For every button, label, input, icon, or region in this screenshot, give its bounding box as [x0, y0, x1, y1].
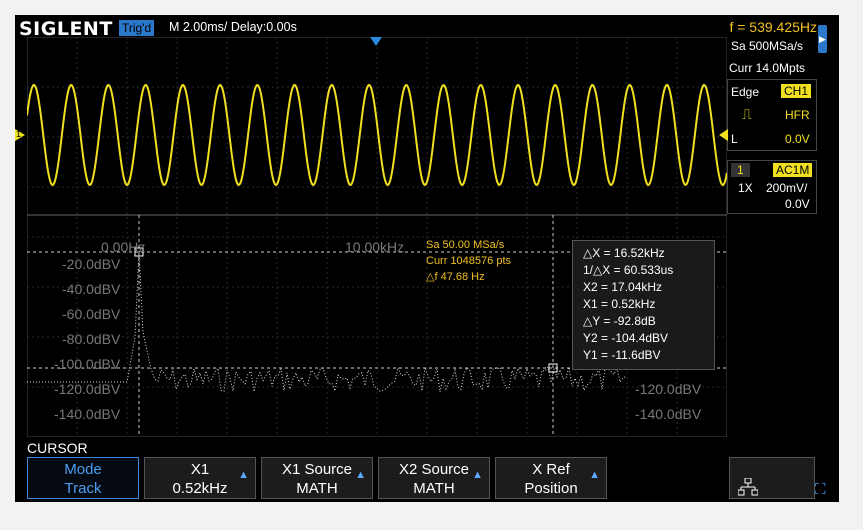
fft-y-tick-label: -100.0dBV: [54, 356, 121, 372]
cursor-readout-panel: △X = 16.52kHz 1/△X = 60.533us X2 = 17.04…: [572, 240, 715, 370]
math-delta-f: △f 47.68 Hz: [426, 271, 485, 283]
rising-edge-icon: ⎍: [742, 106, 752, 122]
channel1-marker-label: 1: [16, 129, 22, 139]
adjust-up-icon: ▲: [589, 469, 600, 481]
trigger-info-panel[interactable]: Edge CH1 ⎍ HFR L 0.0V: [727, 79, 817, 151]
waveform-display[interactable]: [27, 37, 727, 437]
channel-coupling-badge: AC1M: [773, 163, 813, 177]
cursor-delta-x: △X = 16.52kHz: [583, 246, 665, 260]
fft-y-tick-label: -40.0dBV: [62, 281, 121, 297]
cursor-y2-value: Y2 = -104.4dBV: [583, 331, 669, 345]
cursor-delta-y: △Y = -92.8dB: [583, 314, 656, 328]
cursor-x1-value: X1 = 0.52kHz: [583, 297, 656, 311]
x-ref-softkey[interactable]: X Ref Position ▲: [495, 457, 607, 499]
adjust-up-icon: ▲: [238, 469, 249, 481]
fft-y-tick-label: -80.0dBV: [62, 331, 121, 347]
math-points: Curr 1048576 pts: [426, 255, 511, 267]
fft-y-tick-label: -120.0dBV: [54, 381, 121, 397]
fft-y-tick-label: -140.0dBV: [54, 406, 121, 422]
memory-depth-readout: Curr 14.0Mpts: [729, 61, 806, 75]
fft-x-tick-label: 10.00kHz: [345, 239, 405, 255]
network-button[interactable]: [729, 457, 815, 499]
sample-rate-readout: Sa 500MSa/s: [731, 39, 804, 53]
menu-expand-icon[interactable]: ▶: [818, 25, 827, 53]
math-info-panel: Sa 50.00 MSa/s Curr 1048576 pts △f 47.68…: [426, 237, 511, 285]
fft-y-tick-label: -140.0dBV: [635, 406, 702, 422]
channel1-info-panel[interactable]: 1 AC1M 1X 200mV/ 0.0V: [727, 160, 817, 214]
math-sample-rate: Sa 50.00 MSa/s: [426, 239, 505, 251]
scope-screen: SIGLENT Trig'd M 2.00ms/ Delay:0.00s f =…: [15, 15, 839, 502]
adjust-up-icon: ▲: [355, 469, 366, 481]
channel-number-badge: 1: [731, 163, 750, 177]
mode-value: Track: [64, 480, 102, 497]
fft-y-tick-label: -20.0dBV: [62, 256, 121, 272]
fft-x-tick-label: 0.00Hz: [101, 239, 146, 255]
cursor-inverse-delta-x: 1/△X = 60.533us: [583, 263, 674, 277]
trigger-source-badge: CH1: [781, 84, 812, 98]
adjust-up-icon: ▲: [472, 469, 483, 481]
menu-title: CURSOR: [27, 440, 88, 456]
volts-per-div-readout: 200mV/: [766, 181, 808, 195]
fullscreen-icon[interactable]: ⛶: [815, 481, 826, 498]
network-icon: [738, 478, 758, 496]
trigger-coupling-label: HFR: [785, 108, 810, 122]
trigger-status-badge: Trig'd: [119, 20, 155, 36]
mode-label: Mode: [64, 461, 102, 478]
fft-y-tick-label: -60.0dBV: [62, 306, 121, 322]
cursor-y1-value: Y1 = -11.6dBV: [583, 348, 661, 362]
trigger-mode-label: L: [731, 132, 738, 146]
x1-softkey[interactable]: X1 0.52kHz ▲: [144, 457, 256, 499]
fft-y-tick-label: -120.0dBV: [635, 381, 702, 397]
timebase-readout[interactable]: M 2.00ms/ Delay:0.00s: [169, 20, 297, 34]
trigger-type-label: Edge: [731, 85, 760, 99]
probe-attenuation: 1X: [738, 181, 753, 195]
x2-source-softkey[interactable]: X2 Source MATH ▲: [378, 457, 490, 499]
trigger-level-marker-icon[interactable]: [719, 129, 728, 141]
trigger-position-marker-icon: [370, 37, 382, 46]
graticule: [27, 37, 727, 437]
channel-offset-readout: 0.0V: [785, 197, 810, 211]
mode-softkey[interactable]: Mode Track: [27, 457, 139, 499]
cursor-x2-value: X2 = 17.04kHz: [583, 280, 663, 294]
channel1-trace: [27, 83, 727, 187]
trigger-level-readout: 0.0V: [785, 132, 810, 146]
frequency-readout: f = 539.425Hz: [729, 19, 817, 35]
x1-source-softkey[interactable]: X1 Source MATH ▲: [261, 457, 373, 499]
